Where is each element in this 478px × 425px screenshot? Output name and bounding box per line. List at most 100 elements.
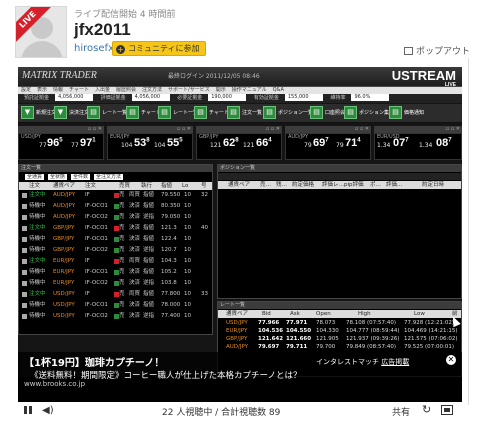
rate-cell-low: 77.928 (12:21:02) (404, 320, 454, 326)
row-checkbox (22, 226, 27, 231)
ustream-logo: USTREAM LIVE (391, 68, 456, 88)
menu-item: 開示 (215, 87, 226, 93)
pause-icon[interactable] (24, 406, 32, 414)
order-cell-type: IF-OCO2 (85, 313, 108, 319)
order-cell-exe: 指値 (143, 291, 155, 297)
order-cell-side: 売 (119, 291, 125, 297)
quote-panel-header: ▫ ▫ ✕ (107, 126, 193, 133)
broadcaster-link[interactable]: hirosefx (74, 43, 114, 54)
order-cell-kind: 両買 (129, 192, 141, 198)
order-cell-pair: GBP/JPY (53, 236, 75, 242)
side-marker-icon (114, 303, 119, 308)
order-cell-exe: 指値 (143, 258, 155, 264)
order-cell-kind: 決済 (129, 214, 141, 220)
close-icon[interactable]: ✕ (446, 355, 456, 365)
rate-cell-low: 121.575 (07:06:02) (404, 336, 458, 342)
rate-list-title: レート一覧 (218, 302, 461, 309)
menu-item: 情報 (53, 87, 64, 93)
app-titlebar: MATRIX TRADER 最終ログイン 2011/12/05 08:46 US… (18, 67, 462, 88)
rate-row: GBP/JPY 121.642 121.660 121.905 121.937 (09:… (218, 335, 461, 343)
order-cell-kind: 両買 (129, 258, 141, 264)
video-player[interactable]: MATRIX TRADER 最終ログイン 2011/12/05 08:46 US… (18, 67, 462, 404)
toolbar-button: ▤ 口座照会 (310, 106, 345, 120)
ad-title[interactable]: 【1杯19円】珈琲カプチーノ！ (24, 354, 164, 369)
refresh-icon[interactable]: ↻ (422, 403, 431, 416)
order-cell-price: 104.3 (161, 258, 177, 264)
menu-item: 入出金 (95, 87, 111, 93)
row-checkbox (22, 248, 27, 253)
toolbar-button: ▤ ポジション一覧 (263, 106, 313, 120)
rate-cell-pair: AUD/JPY (226, 344, 249, 350)
order-cell-status: 待機中 (29, 247, 46, 253)
rate-row: USD/JPY 77.966 77.971 78.073 78.108 (07:57:4… (218, 319, 461, 327)
toolbar-button: ▤ チャート (194, 106, 229, 120)
order-cell-pair: GBP/JPY (53, 247, 75, 253)
ad-url[interactable]: www.brooks.co.jp (24, 380, 85, 388)
order-cell-type: IF-OCO1 (85, 302, 108, 308)
quote-panel: USD/JPY 77 965 77 971 (18, 133, 104, 160)
order-cell-price: 121.3 (161, 225, 177, 231)
order-cell-lot: 10 (184, 258, 191, 264)
row-checkbox (22, 193, 27, 198)
order-cell-kind: 決済 (129, 236, 141, 242)
rate-cell-high: 78.108 (07:57:40) (346, 320, 396, 326)
order-cell-side: 売 (119, 258, 125, 264)
order-cell-type: IF (85, 291, 90, 297)
ad-overlay[interactable]: 【1杯19円】珈琲カプチーノ！ 《送料無料！期間限定》コーヒー職人が仕上げた本格… (18, 352, 462, 388)
order-cell-side: 売 (119, 269, 125, 275)
order-cell-side: 売 (119, 214, 125, 220)
order-cell-type: IF (85, 192, 90, 198)
channel-title[interactable]: jfx2011 (74, 20, 131, 40)
rate-cell-bid: 104.536 (258, 328, 284, 334)
popout-link[interactable]: ポップアウト (404, 44, 470, 57)
order-cell-pair: USD/JPY (53, 302, 75, 308)
row-checkbox (22, 215, 27, 220)
toolbar-button: ▤ チャート (126, 106, 161, 120)
order-row: 待機中 USD/JPY IF-OCO1 売決済 指値 78.000 10 (19, 301, 212, 310)
app-menubar: 設定 表示 情報 チャート 入出金 履歴照会 注文方法 サポート/サービス 開示 操作マニュアル Q… (18, 87, 462, 94)
order-cell-pair: GBP/JPY (53, 225, 75, 231)
rate-cell-open: 104.330 (316, 328, 339, 334)
quote-panel-header: ▫ ▫ ✕ (285, 126, 371, 133)
order-cell-lot: 10 (184, 291, 191, 297)
order-row: 注文中 GBP/JPY IF-OCO1 売決済 指値 121.3 10 40 (19, 224, 212, 233)
rate-cell-bid: 121.642 (258, 336, 284, 342)
avatar[interactable]: LIVE (15, 6, 67, 58)
order-cell-no: 40 (201, 225, 208, 231)
side-marker-icon (114, 314, 119, 319)
rate-cell-ask: 104.550 (286, 328, 312, 334)
order-cell-side: 売 (119, 302, 125, 308)
order-cell-lot: 10 (184, 203, 191, 209)
side-marker-icon (114, 237, 119, 242)
side-marker-icon (114, 226, 119, 231)
order-cell-pair: AUD/JPY (53, 203, 76, 209)
order-filter: 全通貨 全状態 全件数 全注文方法 (25, 174, 124, 180)
order-cell-kind: 決済 (129, 203, 141, 209)
order-cell-status: 待機中 (29, 203, 46, 209)
quote-pair: AUD/JPY (288, 134, 309, 140)
row-checkbox (22, 292, 27, 297)
ad-link[interactable]: 広告掲載 (381, 358, 409, 366)
share-button[interactable]: 共有 (392, 405, 410, 418)
ad-label: インタレストマッチ 広告掲載 (316, 358, 410, 366)
quote-panel: EUR/USD 1.34 077 1.34 087 (374, 133, 462, 160)
rate-row: EUR/JPY 104.536 104.550 104.330 104.777 (08:… (218, 327, 461, 335)
order-cell-status: 注文中 (29, 225, 46, 231)
side-marker-icon (114, 215, 119, 220)
order-cell-kind: 決済 (129, 225, 141, 231)
volume-icon[interactable]: ◀) (42, 405, 54, 416)
join-community-button[interactable]: + コミュニティに参加 (112, 41, 206, 56)
order-cell-lot: 10 (184, 247, 191, 253)
app-toolbar: ▼ 新規注文 ▼ 決済注文 ▤ レート一覧 ▤ チャート ▤ レート一覧 ▤ チャート ▤ 注… (18, 104, 462, 123)
fullscreen-icon[interactable] (441, 405, 453, 415)
order-cell-status: 待機中 (29, 302, 46, 308)
rate-cell-low: 104.469 (14:21:15) (404, 328, 458, 334)
side-marker-icon (114, 292, 119, 297)
quote-panel: AUD/JPY 79 697 79 714 (285, 133, 371, 160)
order-row: 待機中 EUR/JPY IF-OCO1 売決済 指値 105.2 10 (19, 268, 212, 277)
order-table-header: 注文 通貨ペア 注文 売買 執行 指値 Lo 号 (19, 182, 212, 190)
order-row: 注文中 EUR/JPY IF 売両買 指値 104.3 10 (19, 257, 212, 266)
order-cell-side: 売 (119, 203, 125, 209)
row-checkbox (22, 204, 27, 209)
rate-cell-ask: 121.660 (286, 336, 312, 342)
